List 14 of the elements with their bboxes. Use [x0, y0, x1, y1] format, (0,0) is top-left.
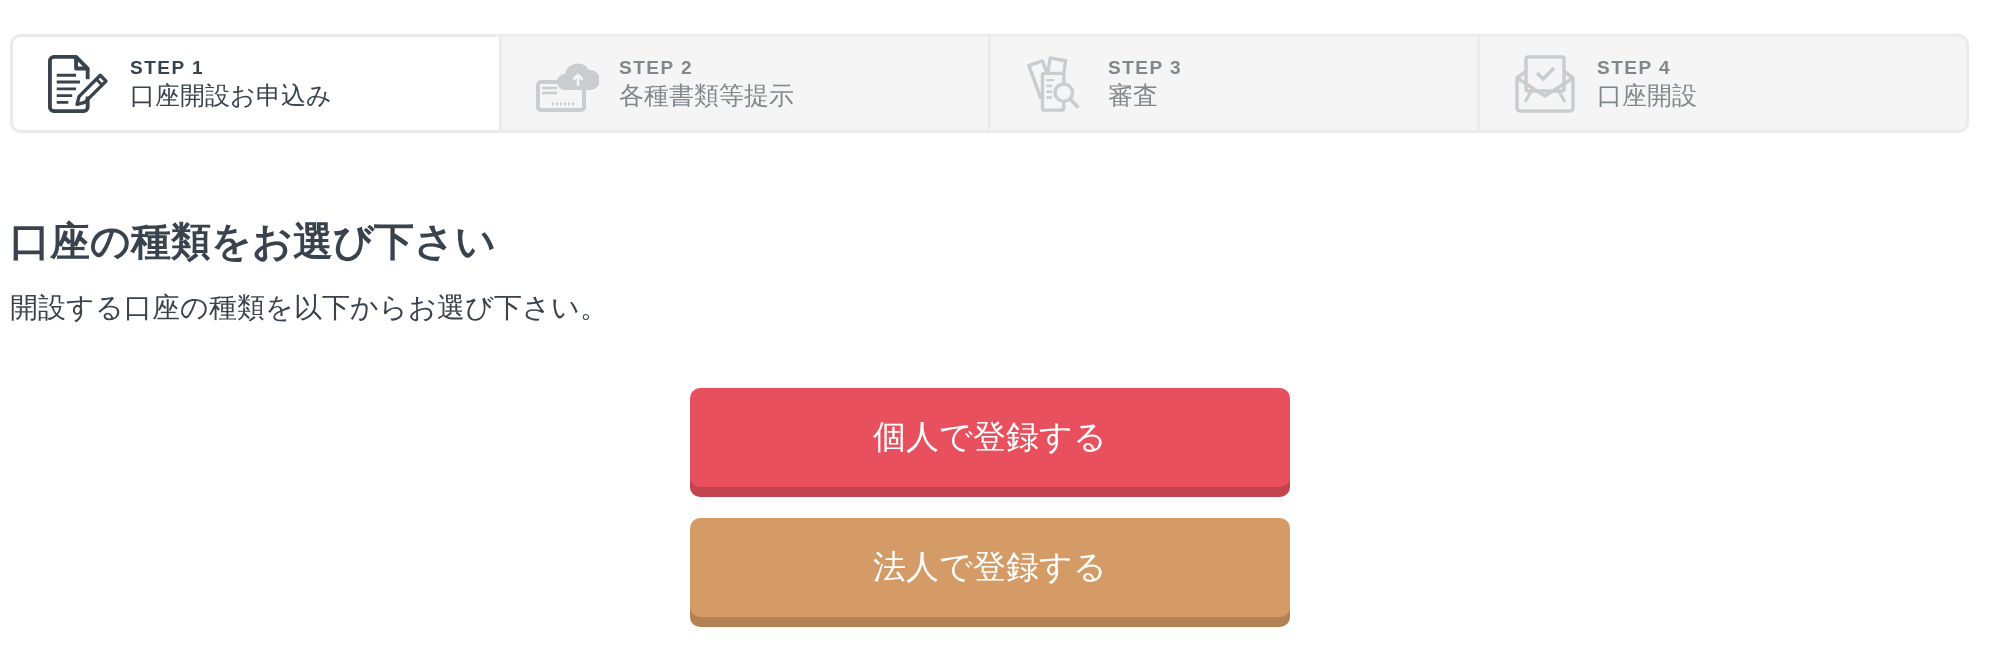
step-label: 口座開設お申込み — [130, 80, 332, 111]
step-label: 各種書類等提示 — [619, 80, 794, 111]
document-pencil-icon — [46, 53, 110, 114]
envelope-check-icon — [1513, 53, 1577, 114]
register-button[interactable]: 法人で登録する — [689, 518, 1290, 627]
section-heading: 口座の種類をお選び下さい — [10, 217, 497, 265]
step-label: 審査 — [1108, 80, 1159, 111]
register-button[interactable]: 個人で登録する — [689, 388, 1290, 497]
step-number: STEP 2 — [619, 56, 695, 79]
step-number: STEP 3 — [1108, 56, 1183, 79]
step-number: STEP 4 — [1597, 56, 1673, 79]
description-text: 開設する口座の種類を以下からお選び下さい。 — [10, 290, 609, 326]
step-label: 口座開設 — [1597, 80, 1697, 111]
step-number: STEP 1 — [130, 56, 206, 79]
